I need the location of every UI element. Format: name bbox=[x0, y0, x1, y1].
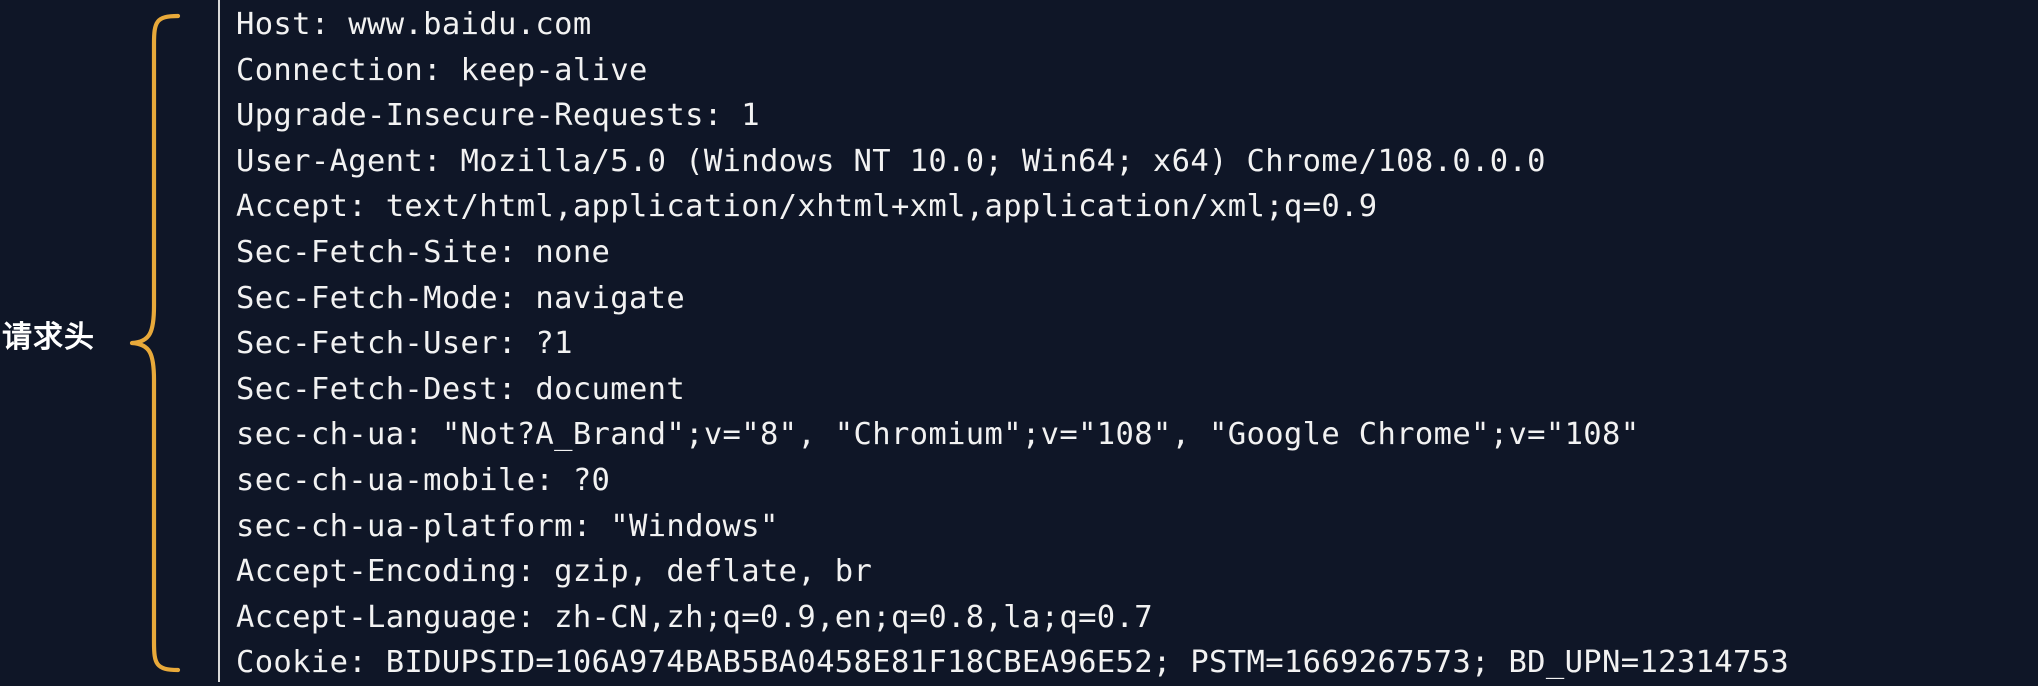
header-line-host: Host: www.baidu.com bbox=[236, 7, 592, 42]
request-headers-label: 请求头 bbox=[2, 320, 95, 355]
header-line-sec-ch-ua-mobile: sec-ch-ua-mobile: ?0 bbox=[236, 462, 611, 498]
panel-divider bbox=[218, 0, 220, 682]
header-line-connection: Connection: keep-alive bbox=[236, 52, 648, 88]
header-line-sec-fetch-user: Sec-Fetch-User: ?1 bbox=[236, 326, 573, 362]
header-line-sec-ch-ua-platform: sec-ch-ua-platform: "Windows" bbox=[236, 508, 779, 544]
header-line-sec-fetch-site: Sec-Fetch-Site: none bbox=[236, 234, 611, 270]
header-line-upgrade-insecure-requests: Upgrade-Insecure-Requests: 1 bbox=[236, 98, 760, 134]
header-line-cookie: Cookie: BIDUPSID=106A974BAB5BA0458E81F18… bbox=[236, 645, 1790, 681]
header-line-accept: Accept: text/html,application/xhtml+xml,… bbox=[236, 189, 1378, 225]
header-line-accept-language: Accept-Language: zh-CN,zh;q=0.9,en;q=0.8… bbox=[236, 599, 1153, 635]
header-line-accept-encoding: Accept-Encoding: gzip, deflate, br bbox=[236, 554, 873, 590]
header-line-user-agent: User-Agent: Mozilla/5.0 (Windows NT 10.0… bbox=[236, 143, 1546, 179]
http-request-headers: Host: www.baidu.com Connection: keep-ali… bbox=[236, 2, 2038, 686]
curly-brace-icon bbox=[129, 13, 181, 673]
header-line-sec-fetch-dest: Sec-Fetch-Dest: document bbox=[236, 371, 686, 407]
header-line-sec-fetch-mode: Sec-Fetch-Mode: navigate bbox=[236, 280, 686, 316]
header-line-sec-ch-ua: sec-ch-ua: "Not?A_Brand";v="8", "Chromiu… bbox=[236, 417, 1640, 453]
